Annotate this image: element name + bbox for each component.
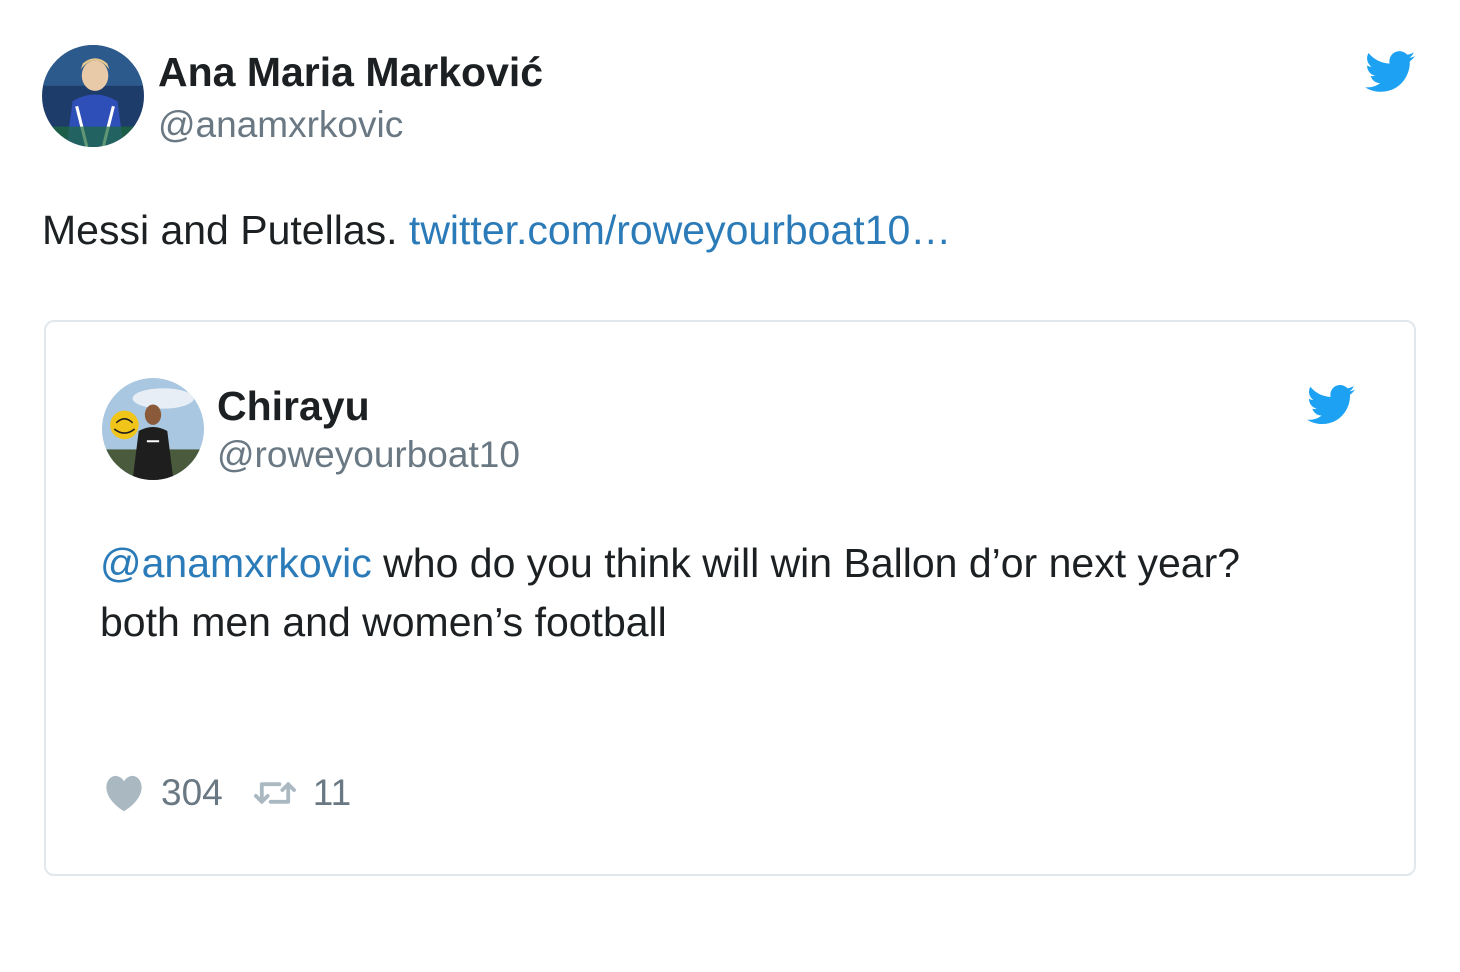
- twitter-bird-icon[interactable]: [1365, 50, 1415, 94]
- avatar-image: [42, 45, 144, 147]
- quoted-author-name[interactable]: Chirayu: [217, 380, 370, 432]
- retweet-button[interactable]: 11: [253, 772, 351, 814]
- author-handle[interactable]: @anamxrkovic: [158, 102, 403, 148]
- retweet-count: 11: [312, 772, 352, 813]
- tweet-text: Messi and Putellas.: [42, 207, 398, 253]
- quoted-tweet-line-2: both men and women’s football: [100, 599, 667, 645]
- avatar-image: [102, 378, 204, 480]
- quoted-tweet-body: @anamxrkovic who do you think will win B…: [100, 534, 1380, 652]
- tweet-body: Messi and Putellas. twitter.com/roweyour…: [42, 200, 951, 260]
- twitter-bird-icon[interactable]: [1307, 384, 1355, 426]
- author-name[interactable]: Ana Maria Marković: [158, 46, 543, 98]
- quoted-author-handle[interactable]: @roweyourboat10: [217, 432, 520, 478]
- tweet-actions: 304 11: [103, 770, 351, 816]
- retweet-icon: [253, 782, 296, 804]
- mention-link[interactable]: @anamxrkovic: [100, 540, 372, 586]
- embedded-tweet: Ana Maria Marković @anamxrkovic Messi an…: [0, 0, 1460, 972]
- heart-icon: [106, 775, 142, 812]
- author-avatar[interactable]: [42, 45, 144, 147]
- quoted-author-avatar[interactable]: [102, 378, 204, 480]
- tweet-link[interactable]: twitter.com/roweyourboat10…: [409, 207, 951, 253]
- like-button[interactable]: 304: [103, 772, 223, 814]
- quoted-tweet-line-1: @anamxrkovic who do you think will win B…: [100, 534, 1380, 593]
- quoted-tweet-text: who do you think will win Ballon d’or ne…: [383, 540, 1241, 586]
- like-count: 304: [161, 772, 223, 813]
